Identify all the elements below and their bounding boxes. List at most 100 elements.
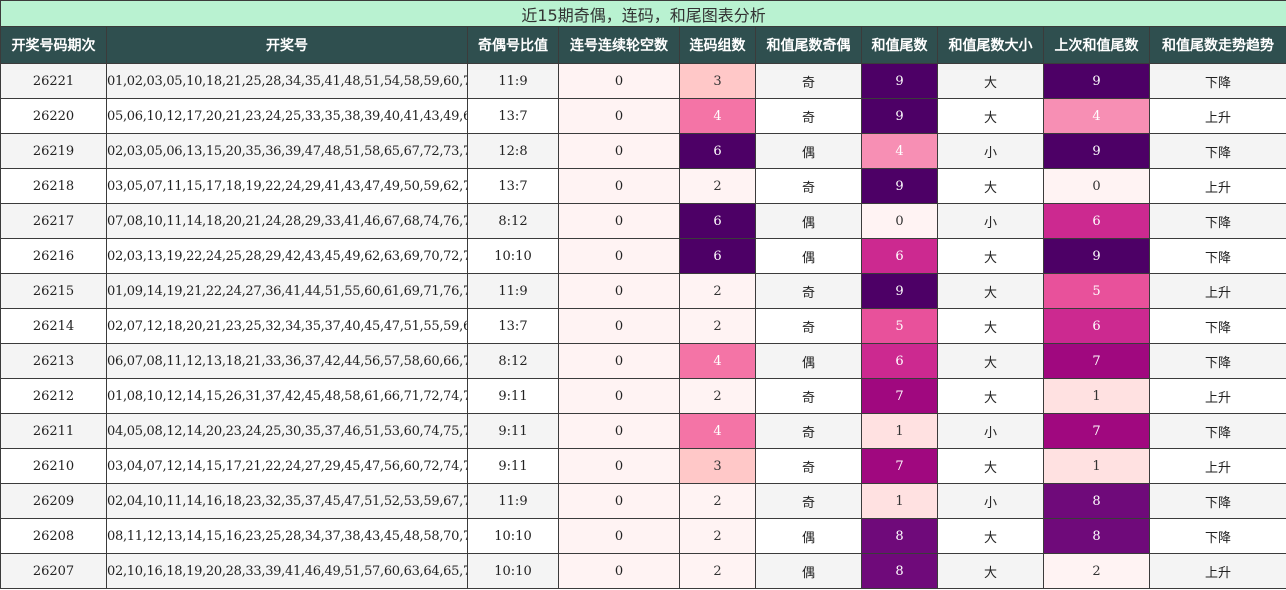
issue-cell: 26215 bbox=[0, 273, 107, 309]
sum-tail-cell: 9 bbox=[861, 98, 938, 134]
consecutive-groups-cell: 3 bbox=[679, 448, 756, 484]
numbers-cell: 07,08,10,11,14,18,20,21,24,28,29,33,41,4… bbox=[106, 203, 468, 239]
issue-cell: 26208 bbox=[0, 518, 107, 554]
trend-cell: 下降 bbox=[1148, 238, 1286, 274]
parity-cell: 偶 bbox=[755, 203, 862, 239]
ratio-cell: 13:7 bbox=[467, 98, 559, 134]
numbers-cell: 02,04,10,11,14,16,18,23,32,35,37,45,47,5… bbox=[106, 483, 468, 519]
consecutive-groups-cell: 6 bbox=[679, 133, 756, 169]
table-row: 26217 07,08,10,11,14,18,20,21,24,28,29,33… bbox=[0, 203, 1286, 239]
table-title: 近15期奇偶，连码，和尾图表分析 bbox=[0, 0, 1286, 27]
numbers-cell: 08,11,12,13,14,15,16,23,25,28,34,37,38,4… bbox=[106, 518, 468, 554]
trend-cell: 上升 bbox=[1148, 168, 1286, 204]
parity-cell: 奇 bbox=[755, 168, 862, 204]
parity-cell: 偶 bbox=[755, 238, 862, 274]
prev-sum-tail-cell: 9 bbox=[1043, 133, 1150, 169]
consecutive-groups-cell: 2 bbox=[679, 518, 756, 554]
numbers-cell: 01,09,14,19,21,22,24,27,36,41,44,51,55,6… bbox=[106, 273, 468, 309]
prev-sum-tail-cell: 9 bbox=[1043, 238, 1150, 274]
table-row: 26218 03,05,07,11,15,17,18,19,22,24,29,41… bbox=[0, 168, 1286, 204]
numbers-cell: 02,03,05,06,13,15,20,35,36,39,47,48,51,5… bbox=[106, 133, 468, 169]
header-row: 开奖号码期次 开奖号 奇偶号比值 连号连续轮空数 连码组数 和值尾数奇偶 和值尾… bbox=[0, 26, 1286, 64]
ratio-cell: 9:11 bbox=[467, 448, 559, 484]
ratio-cell: 13:7 bbox=[467, 168, 559, 204]
header-blank-streak: 连号连续轮空数 bbox=[558, 26, 680, 64]
parity-cell: 奇 bbox=[755, 63, 862, 99]
issue-cell: 26213 bbox=[0, 343, 107, 379]
ratio-cell: 11:9 bbox=[467, 483, 559, 519]
ratio-cell: 11:9 bbox=[467, 273, 559, 309]
parity-cell: 偶 bbox=[755, 133, 862, 169]
issue-cell: 26207 bbox=[0, 553, 107, 589]
numbers-cell: 01,02,03,05,10,18,21,25,28,34,35,41,48,5… bbox=[106, 63, 468, 99]
table-row: 26219 02,03,05,06,13,15,20,35,36,39,47,48… bbox=[0, 133, 1286, 169]
prev-sum-tail-cell: 2 bbox=[1043, 553, 1150, 589]
numbers-cell: 02,07,12,18,20,21,23,25,32,34,35,37,40,4… bbox=[106, 308, 468, 344]
sum-tail-cell: 7 bbox=[861, 448, 938, 484]
prev-sum-tail-cell: 8 bbox=[1043, 483, 1150, 519]
issue-cell: 26219 bbox=[0, 133, 107, 169]
header-numbers: 开奖号 bbox=[106, 26, 468, 64]
ratio-cell: 11:9 bbox=[467, 63, 559, 99]
table-body: 26221 01,02,03,05,10,18,21,25,28,34,35,41… bbox=[0, 63, 1286, 589]
parity-cell: 奇 bbox=[755, 448, 862, 484]
prev-sum-tail-cell: 1 bbox=[1043, 448, 1150, 484]
prev-sum-tail-cell: 5 bbox=[1043, 273, 1150, 309]
trend-cell: 下降 bbox=[1148, 483, 1286, 519]
blank-streak-cell: 0 bbox=[558, 413, 680, 449]
table-row: 26215 01,09,14,19,21,22,24,27,36,41,44,51… bbox=[0, 273, 1286, 309]
consecutive-groups-cell: 2 bbox=[679, 168, 756, 204]
parity-cell: 奇 bbox=[755, 273, 862, 309]
numbers-cell: 05,06,10,12,17,20,21,23,24,25,33,35,38,3… bbox=[106, 98, 468, 134]
consecutive-groups-cell: 4 bbox=[679, 98, 756, 134]
table-title-row: 近15期奇偶，连码，和尾图表分析 bbox=[0, 0, 1286, 27]
issue-cell: 26221 bbox=[0, 63, 107, 99]
ratio-cell: 10:10 bbox=[467, 518, 559, 554]
header-sum-tail-parity: 和值尾数奇偶 bbox=[755, 26, 862, 64]
trend-cell: 上升 bbox=[1148, 98, 1286, 134]
analysis-table: 近15期奇偶，连码，和尾图表分析 开奖号码期次 开奖号 奇偶号比值 连号连续轮空… bbox=[0, 0, 1286, 589]
trend-cell: 下降 bbox=[1148, 308, 1286, 344]
blank-streak-cell: 0 bbox=[558, 518, 680, 554]
consecutive-groups-cell: 6 bbox=[679, 238, 756, 274]
blank-streak-cell: 0 bbox=[558, 273, 680, 309]
numbers-cell: 02,03,13,19,22,24,25,28,29,42,43,45,49,6… bbox=[106, 238, 468, 274]
header-consecutive-groups: 连码组数 bbox=[679, 26, 756, 64]
trend-cell: 下降 bbox=[1148, 203, 1286, 239]
blank-streak-cell: 0 bbox=[558, 168, 680, 204]
issue-cell: 26209 bbox=[0, 483, 107, 519]
issue-cell: 26216 bbox=[0, 238, 107, 274]
size-cell: 大 bbox=[937, 273, 1044, 309]
consecutive-groups-cell: 6 bbox=[679, 203, 756, 239]
consecutive-groups-cell: 2 bbox=[679, 308, 756, 344]
prev-sum-tail-cell: 4 bbox=[1043, 98, 1150, 134]
size-cell: 大 bbox=[937, 168, 1044, 204]
blank-streak-cell: 0 bbox=[558, 483, 680, 519]
issue-cell: 26220 bbox=[0, 98, 107, 134]
analysis-table-container: 近15期奇偶，连码，和尾图表分析 开奖号码期次 开奖号 奇偶号比值 连号连续轮空… bbox=[0, 0, 1286, 589]
parity-cell: 偶 bbox=[755, 553, 862, 589]
prev-sum-tail-cell: 7 bbox=[1043, 343, 1150, 379]
sum-tail-cell: 8 bbox=[861, 553, 938, 589]
table-row: 26208 08,11,12,13,14,15,16,23,25,28,34,37… bbox=[0, 518, 1286, 554]
size-cell: 大 bbox=[937, 378, 1044, 414]
table-row: 26220 05,06,10,12,17,20,21,23,24,25,33,35… bbox=[0, 98, 1286, 134]
trend-cell: 下降 bbox=[1148, 413, 1286, 449]
header-issue: 开奖号码期次 bbox=[0, 26, 107, 64]
size-cell: 小 bbox=[937, 483, 1044, 519]
consecutive-groups-cell: 4 bbox=[679, 413, 756, 449]
blank-streak-cell: 0 bbox=[558, 308, 680, 344]
trend-cell: 下降 bbox=[1148, 518, 1286, 554]
prev-sum-tail-cell: 8 bbox=[1043, 518, 1150, 554]
numbers-cell: 01,08,10,12,14,15,26,31,37,42,45,48,58,6… bbox=[106, 378, 468, 414]
parity-cell: 奇 bbox=[755, 378, 862, 414]
trend-cell: 下降 bbox=[1148, 63, 1286, 99]
blank-streak-cell: 0 bbox=[558, 133, 680, 169]
size-cell: 大 bbox=[937, 63, 1044, 99]
size-cell: 大 bbox=[937, 518, 1044, 554]
sum-tail-cell: 6 bbox=[861, 238, 938, 274]
consecutive-groups-cell: 2 bbox=[679, 553, 756, 589]
trend-cell: 上升 bbox=[1148, 553, 1286, 589]
issue-cell: 26217 bbox=[0, 203, 107, 239]
ratio-cell: 13:7 bbox=[467, 308, 559, 344]
